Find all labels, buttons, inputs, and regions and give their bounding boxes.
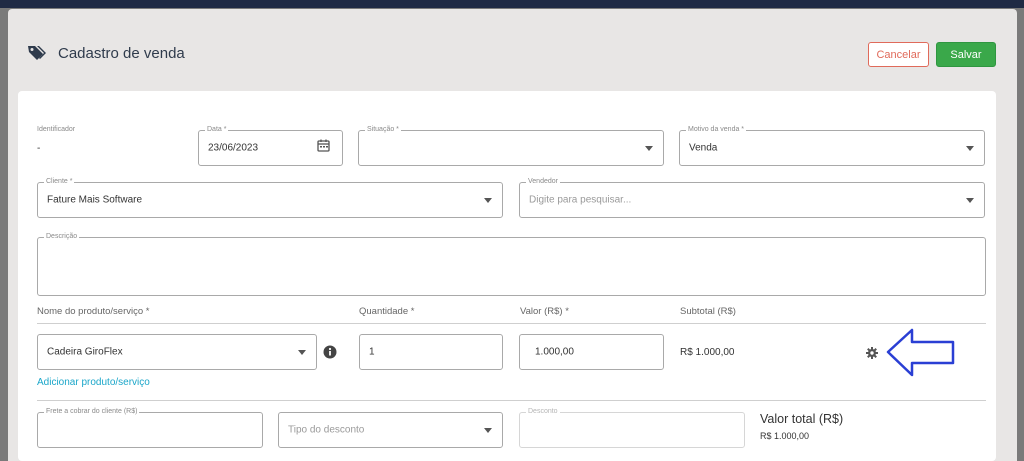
motivo-label: Motivo da venda * xyxy=(686,125,747,135)
chevron-down-icon xyxy=(484,198,492,203)
desconto-input[interactable]: Desconto xyxy=(519,407,745,448)
cliente-label: Cliente * xyxy=(44,177,75,187)
vendedor-placeholder: Digite para pesquisar... xyxy=(529,194,632,206)
chevron-down-icon xyxy=(645,146,653,151)
subtotal-value: R$ 1.000,00 xyxy=(680,347,735,358)
modal-header: Cadastro de venda xyxy=(26,43,185,63)
motivo-select[interactable]: Motivo da venda * Venda xyxy=(679,125,985,166)
cancel-button[interactable]: Cancelar xyxy=(868,42,929,67)
situacao-select[interactable]: Situação * xyxy=(358,125,664,166)
situacao-label: Situação * xyxy=(365,125,401,135)
cliente-select[interactable]: Cliente * Fature Mais Software xyxy=(37,177,503,218)
items-footer-divider xyxy=(37,400,986,401)
col-valor-header: Valor (R$) * xyxy=(520,306,569,317)
descricao-label: Descrição xyxy=(44,232,80,242)
info-icon[interactable] xyxy=(323,345,337,364)
top-bar xyxy=(0,0,1024,8)
valor-input[interactable]: 1.000,00 xyxy=(519,334,664,370)
chevron-down-icon xyxy=(298,350,306,355)
identificador-value: - xyxy=(37,143,41,154)
cliente-value: Fature Mais Software xyxy=(47,194,143,206)
col-produto-header: Nome do produto/serviço * xyxy=(37,306,150,317)
identificador-label: Identificador xyxy=(37,126,76,133)
date-label: Data * xyxy=(205,125,229,135)
arrow-left-icon xyxy=(885,327,957,384)
chevron-down-icon xyxy=(966,146,974,151)
vendedor-label: Vendedor xyxy=(526,177,560,187)
date-field[interactable]: Data * 23/06/2023 xyxy=(198,125,343,166)
produto-value: Cadeira GiroFlex xyxy=(47,346,123,358)
vendedor-select[interactable]: Vendedor Digite para pesquisar... xyxy=(519,177,985,218)
total-label: Valor total (R$) xyxy=(760,412,844,426)
chevron-down-icon xyxy=(966,198,974,203)
tipo-desconto-select[interactable]: Tipo do desconto xyxy=(278,412,503,448)
quantidade-input[interactable]: 1 xyxy=(359,334,503,370)
descricao-textarea[interactable]: Descrição xyxy=(37,232,986,296)
tag-icon xyxy=(26,43,48,63)
gear-icon[interactable] xyxy=(866,346,878,364)
chevron-down-icon xyxy=(484,428,492,433)
items-header-divider xyxy=(37,323,986,324)
date-value: 23/06/2023 xyxy=(208,142,259,154)
save-button[interactable]: Salvar xyxy=(936,42,996,67)
calendar-icon[interactable] xyxy=(317,139,330,157)
col-subtotal-header: Subtotal (R$) xyxy=(680,306,736,317)
frete-input[interactable]: Frete a cobrar do cliente (R$) xyxy=(37,407,263,448)
quantidade-value: 1 xyxy=(369,346,375,358)
valor-value: 1.000,00 xyxy=(535,346,574,358)
add-product-link[interactable]: Adicionar produto/serviço xyxy=(37,377,150,388)
col-quantidade-header: Quantidade * xyxy=(359,306,415,317)
desconto-label: Desconto xyxy=(526,407,560,417)
total-value: R$ 1.000,00 xyxy=(760,431,810,441)
produto-select[interactable]: Cadeira GiroFlex xyxy=(37,334,317,370)
motivo-value: Venda xyxy=(689,142,718,154)
page-title: Cadastro de venda xyxy=(58,44,185,62)
tipo-desconto-placeholder: Tipo do desconto xyxy=(288,424,365,436)
frete-label: Frete a cobrar do cliente (R$) xyxy=(44,407,140,417)
